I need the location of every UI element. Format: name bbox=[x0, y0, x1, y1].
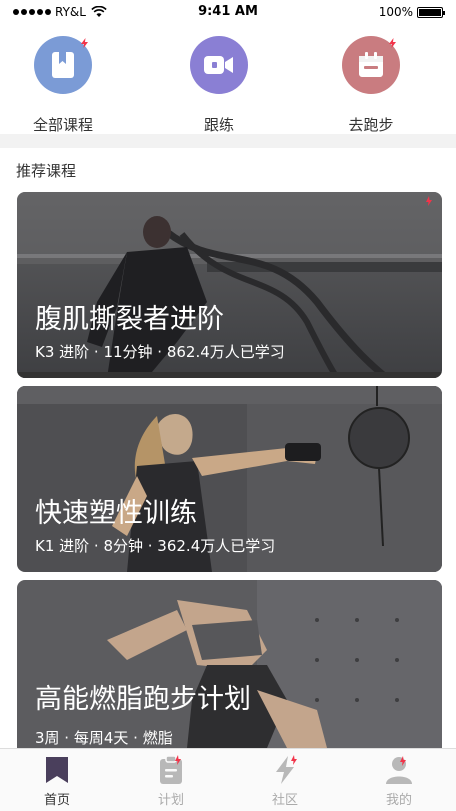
quick-nav-label: 去跑步 bbox=[348, 116, 394, 134]
battery-status: 100% bbox=[378, 5, 445, 19]
calendar-icon bbox=[342, 36, 400, 94]
status-bar: RY&L 9:41 AM 100% bbox=[0, 0, 456, 26]
quick-nav-go-running[interactable]: 去跑步 bbox=[311, 36, 431, 135]
course-card[interactable]: 快速塑性训练 K1 进阶 · 8分钟 · 362.4万人已学习 bbox=[17, 386, 442, 572]
badge-icon bbox=[81, 38, 88, 48]
section-divider bbox=[0, 134, 456, 148]
quick-nav-label: 跟练 bbox=[203, 116, 234, 134]
course-meta: 3周 · 每周4天 · 燃脂 bbox=[35, 729, 173, 747]
course-cover-image bbox=[17, 580, 442, 748]
course-card[interactable]: 高能燃脂跑步计划 3周 · 每周4天 · 燃脂 bbox=[17, 580, 442, 748]
tab-label: 社区 bbox=[271, 793, 298, 808]
course-meta: K1 进阶 · 8分钟 · 362.4万人已学习 bbox=[35, 537, 276, 555]
badge-icon bbox=[389, 38, 396, 48]
battery-icon bbox=[417, 6, 445, 18]
quick-nav-all-courses[interactable]: 全部课程 bbox=[3, 36, 123, 135]
tab-label: 首页 bbox=[43, 793, 70, 808]
bookmark-icon bbox=[46, 757, 68, 783]
section-title: 推荐课程 bbox=[16, 162, 77, 180]
battery-percent: 100% bbox=[378, 5, 413, 19]
book-icon bbox=[34, 36, 92, 94]
course-title: 高能燃脂跑步计划 bbox=[35, 684, 251, 715]
course-meta: K3 进阶 · 11分钟 · 862.4万人已学习 bbox=[35, 343, 285, 361]
quick-nav-follow-along[interactable]: 跟练 bbox=[159, 36, 279, 135]
clipboard-icon bbox=[160, 755, 182, 784]
tab-community[interactable]: 社区 bbox=[228, 749, 342, 811]
quick-nav-label: 全部课程 bbox=[32, 116, 93, 134]
course-card[interactable]: 腹肌撕裂者进阶 K3 进阶 · 11分钟 · 862.4万人已学习 bbox=[17, 192, 442, 378]
tab-bar: 首页 计划 社区 我的 bbox=[0, 748, 456, 811]
tab-home[interactable]: 首页 bbox=[0, 749, 114, 811]
tab-label: 计划 bbox=[157, 793, 184, 808]
tab-me[interactable]: 我的 bbox=[342, 749, 456, 811]
user-icon bbox=[386, 756, 412, 784]
tab-plan[interactable]: 计划 bbox=[114, 749, 228, 811]
video-camera-icon bbox=[190, 36, 248, 94]
quick-nav: 全部课程 跟练 去跑步 bbox=[0, 26, 456, 134]
course-title: 腹肌撕裂者进阶 bbox=[35, 304, 224, 335]
course-title: 快速塑性训练 bbox=[35, 498, 197, 529]
tab-label: 我的 bbox=[385, 793, 412, 808]
lightning-icon bbox=[276, 755, 297, 784]
